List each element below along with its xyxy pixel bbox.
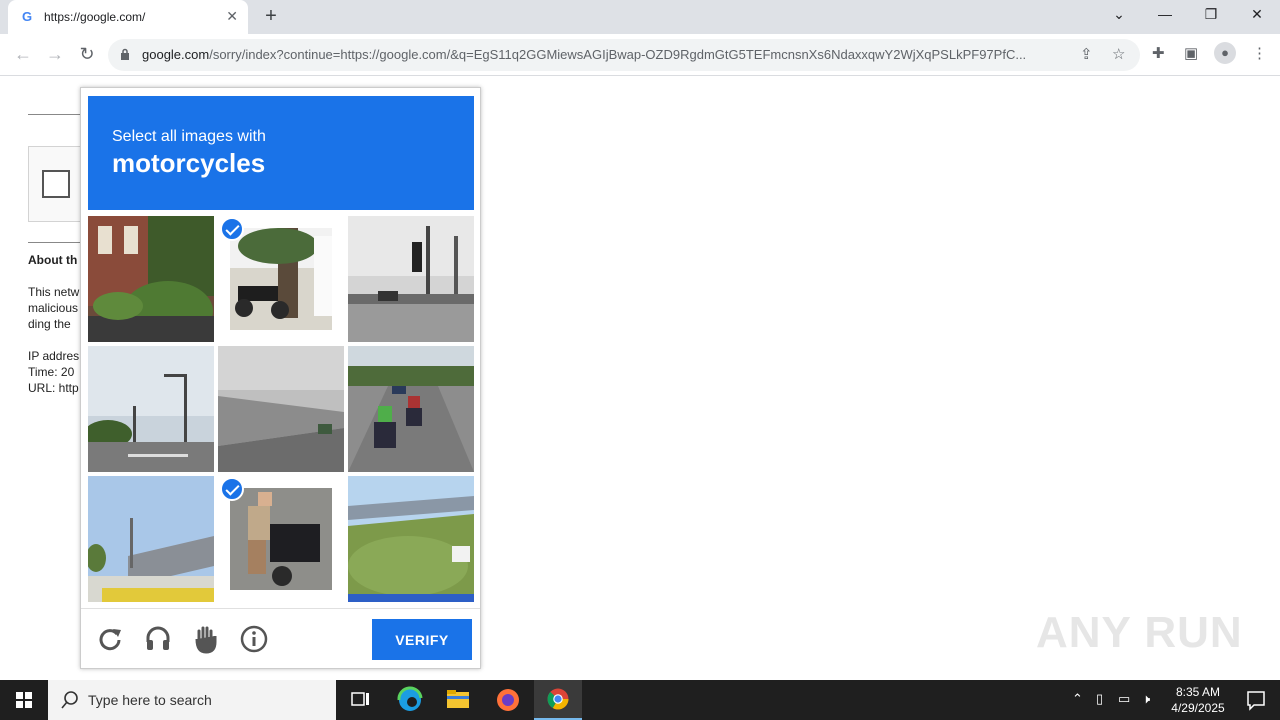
body-line: malicious (28, 301, 79, 315)
tray-overflow-icon[interactable]: ⌃ (1072, 691, 1083, 707)
menu-kebab-icon[interactable]: ⋮ (1252, 44, 1267, 62)
challenge-header: Select all images with motorcycles (88, 96, 474, 210)
search-placeholder: Type here to search (88, 692, 212, 708)
reload-page-icon[interactable]: ↻ (76, 44, 98, 65)
verify-button[interactable]: VERIFY (372, 619, 472, 660)
lock-icon (121, 48, 129, 60)
extensions-icon[interactable]: ✚ (1152, 44, 1165, 62)
captcha-tile[interactable] (88, 216, 214, 342)
taskbar-search-box[interactable]: Type here to search (48, 680, 336, 720)
anyrun-watermark: ANY RUN (1036, 608, 1243, 657)
network-icon[interactable]: ▭ (1118, 691, 1130, 707)
tab-title: https://google.com/ (44, 10, 146, 24)
captcha-tile[interactable] (348, 476, 474, 602)
ip-line: IP addres (28, 349, 80, 363)
tray-device-icon[interactable]: ▯ (1096, 691, 1103, 707)
divider (28, 114, 88, 115)
tab-search-icon[interactable]: ⌄ (1104, 6, 1134, 23)
minimize-button[interactable]: — (1150, 6, 1180, 22)
bookmark-star-icon[interactable]: ☆ (1112, 45, 1125, 63)
browser-tab[interactable]: G https://google.com/ ✕ (8, 0, 248, 34)
body-line: This netw (28, 285, 80, 299)
profile-avatar-icon[interactable]: ● (1214, 42, 1236, 64)
url-line: URL: http (28, 381, 79, 395)
recaptcha-widget (28, 146, 88, 222)
selected-check-icon (220, 477, 244, 501)
target-object: motorcycles (112, 148, 266, 178)
share-icon[interactable]: ⇪ (1080, 45, 1093, 63)
audio-icon[interactable] (143, 624, 173, 654)
captcha-tile[interactable] (348, 216, 474, 342)
new-tab-button[interactable]: + (260, 5, 282, 28)
divider (28, 242, 88, 243)
firefox-icon[interactable] (484, 680, 532, 720)
task-view-icon[interactable] (336, 680, 384, 720)
browser-toolbar: ← → ↻ google.com/sorry/index?continue=ht… (0, 34, 1280, 76)
footer-divider (81, 608, 480, 609)
body-line: ding the (28, 317, 71, 331)
restore-button[interactable]: ❐ (1196, 6, 1226, 23)
clock-time: 8:35 AM (1175, 685, 1221, 699)
file-explorer-icon[interactable] (434, 680, 482, 720)
time-line: Time: 20 (28, 365, 75, 379)
reload-icon[interactable] (95, 624, 125, 654)
tab-strip: G https://google.com/ ✕ + ⌄ — ❐ ✕ (0, 0, 1280, 34)
tab-close-icon[interactable]: ✕ (226, 8, 238, 25)
forward-icon[interactable]: → (44, 44, 66, 65)
captcha-dialog: Select all images with motorcycles VERIF (80, 87, 481, 669)
search-icon (61, 691, 78, 709)
side-panel-icon[interactable]: ▣ (1184, 44, 1198, 62)
window-close-button[interactable]: ✕ (1242, 6, 1272, 23)
selected-check-icon (220, 217, 244, 241)
hand-icon[interactable] (191, 624, 221, 654)
notifications-icon[interactable] (1232, 680, 1280, 720)
about-heading: About th (28, 253, 78, 267)
captcha-tile[interactable] (348, 346, 474, 472)
chrome-icon[interactable] (534, 680, 582, 720)
recaptcha-checkbox[interactable] (42, 170, 70, 198)
url-text: google.com/sorry/index?continue=https://… (142, 47, 1027, 62)
clock-date: 4/29/2025 (1171, 701, 1225, 715)
google-favicon-icon: G (22, 9, 33, 24)
windows-start-icon[interactable] (0, 680, 48, 720)
windows-taskbar: Type here to search ⌃ ▯ ▭ 🕨 8:35 AM 4/29… (0, 680, 1280, 720)
captcha-tile[interactable] (88, 476, 214, 602)
captcha-tile[interactable] (218, 346, 344, 472)
instruction-text: Select all images with (112, 128, 266, 145)
volume-icon[interactable]: 🕨 (1142, 691, 1150, 707)
captcha-tile[interactable] (88, 346, 214, 472)
clock[interactable]: 8:35 AM 4/29/2025 (1160, 684, 1236, 716)
back-icon[interactable]: ← (12, 44, 34, 65)
info-icon[interactable] (239, 624, 269, 654)
edge-icon[interactable] (386, 680, 434, 720)
address-bar[interactable]: google.com/sorry/index?continue=https://… (108, 39, 1140, 71)
